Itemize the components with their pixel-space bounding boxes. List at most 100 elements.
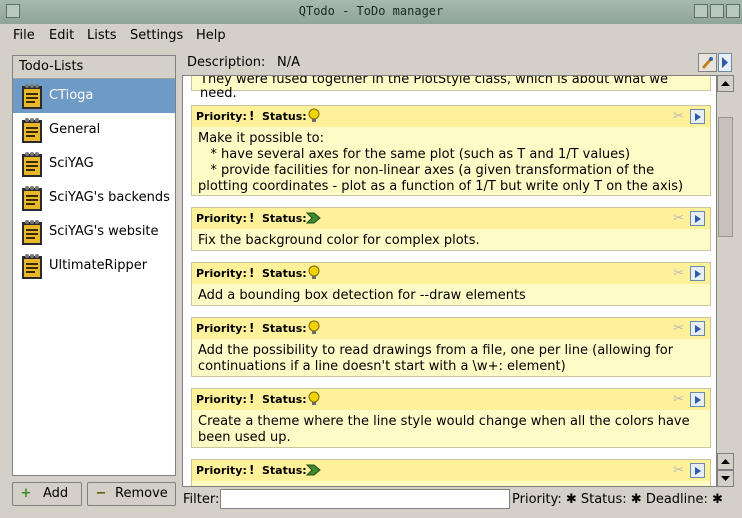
task-card-partial[interactable]: They were fused together in the PlotStyl… [191, 76, 711, 101]
description-toolbar [698, 53, 732, 72]
bulb-icon[interactable] [306, 108, 322, 124]
menu-file[interactable]: File [13, 28, 35, 43]
notepad-icon [22, 254, 42, 279]
delete-task-icon[interactable]: ✂ [673, 109, 684, 124]
notepad-icon [22, 118, 42, 143]
menu-edit[interactable]: Edit [49, 28, 74, 43]
task-expand-button[interactable] [690, 392, 705, 407]
task-expand-button[interactable] [690, 109, 705, 124]
menu-help[interactable]: Help [196, 28, 226, 43]
notepad-icon [22, 84, 42, 109]
description-value: N/A [277, 55, 300, 70]
task-expand-button[interactable] [690, 211, 705, 226]
task-body: Add the possibility to read drawings fro… [198, 343, 678, 374]
delete-task-icon[interactable]: ✂ [673, 266, 684, 281]
tasks-area: They were fused together in the PlotStyl… [182, 75, 717, 487]
task-card[interactable]: Priority: ! Status: ✂ [191, 459, 711, 486]
priority-label: Priority: [196, 212, 247, 225]
list-item-label: CTioga [49, 88, 94, 103]
bulb-icon[interactable] [306, 320, 322, 336]
scroll-thumb[interactable] [718, 117, 733, 237]
delete-task-icon[interactable]: ✂ [673, 463, 684, 478]
list-item-sciyag-website[interactable]: SciYAG's website [13, 215, 175, 249]
add-label: Add [43, 486, 69, 501]
scroll-down-button[interactable] [717, 470, 734, 487]
delete-task-icon[interactable]: ✂ [673, 321, 684, 336]
todo-lists-panel: Todo-Lists CTioga General SciYAG SciYAG'… [12, 55, 176, 476]
priority-value[interactable]: ! [249, 211, 254, 225]
bulb-icon[interactable] [306, 265, 322, 281]
priority-value[interactable]: ! [249, 392, 254, 406]
filter-criteria[interactable]: Priority: ✱ Status: ✱ Deadline: ✱ [512, 492, 723, 507]
status-label: Status: [262, 464, 307, 477]
priority-value[interactable]: ! [249, 321, 254, 335]
delete-task-icon[interactable]: ✂ [673, 211, 684, 226]
status-label: Status: [262, 267, 307, 280]
maximize-button[interactable] [710, 4, 724, 18]
arrow-right-icon[interactable] [718, 53, 732, 72]
status-label: Status: [262, 393, 307, 406]
list-item-general[interactable]: General [13, 113, 175, 147]
task-body: Fix the background color for complex plo… [198, 233, 480, 248]
task-header: Priority: ! Status: ✂ [192, 208, 710, 229]
bulb-icon[interactable] [306, 391, 322, 407]
remove-label: Remove [115, 486, 168, 501]
priority-label: Priority: [196, 393, 247, 406]
description-bar: Description: N/A [182, 50, 740, 75]
plus-icon: + [20, 486, 32, 501]
task-expand-button[interactable] [690, 321, 705, 336]
status-label: Status: [262, 212, 307, 225]
vertical-scrollbar[interactable] [717, 75, 734, 487]
list-item-sciyag[interactable]: SciYAG [13, 147, 175, 181]
edit-tools-icon[interactable] [698, 53, 717, 72]
description-label: Description: [187, 55, 266, 70]
delete-task-icon[interactable]: ✂ [673, 392, 684, 407]
task-header: Priority: ! Status: ✂ [192, 389, 710, 410]
menu-settings[interactable]: Settings [130, 28, 183, 43]
arrow-icon[interactable] [306, 210, 322, 226]
task-expand-button[interactable] [690, 463, 705, 478]
task-header: Priority: ! Status: ✂ [192, 263, 710, 284]
menu-bar: File Edit Lists Settings Help [0, 24, 742, 48]
remove-list-button[interactable]: − Remove [87, 482, 176, 506]
priority-value[interactable]: ! [249, 109, 254, 123]
scroll-up-button[interactable] [717, 75, 734, 92]
priority-value[interactable]: ! [249, 463, 254, 477]
priority-label: Priority: [196, 267, 247, 280]
arrow-up-icon [721, 459, 730, 464]
menu-lists[interactable]: Lists [87, 28, 117, 43]
list-item-sciyag-backends[interactable]: SciYAG's backends [13, 181, 175, 215]
list-item-label: SciYAG's backends [49, 190, 170, 205]
window-title: QTodo - ToDo manager [298, 4, 444, 18]
task-expand-button[interactable] [690, 266, 705, 281]
list-item-label: SciYAG's website [49, 224, 159, 239]
notepad-icon [22, 220, 42, 245]
task-card[interactable]: Priority: ! Status: ✂ Create a theme whe… [191, 388, 711, 448]
notepad-icon [22, 186, 42, 211]
close-button[interactable] [726, 4, 740, 18]
status-label: Status: [262, 110, 307, 123]
add-list-button[interactable]: + Add [12, 482, 82, 506]
priority-value[interactable]: ! [249, 266, 254, 280]
arrow-icon[interactable] [306, 462, 322, 478]
filter-input[interactable] [220, 489, 510, 509]
task-card[interactable]: Priority: ! Status: ✂ Make it possible t… [191, 105, 711, 196]
priority-label: Priority: [196, 464, 247, 477]
task-header: Priority: ! Status: ✂ [192, 318, 710, 339]
list-item-ctioga[interactable]: CTioga [13, 79, 175, 113]
notepad-icon [22, 152, 42, 177]
list-item-label: SciYAG [49, 156, 94, 171]
priority-label: Priority: [196, 110, 247, 123]
task-card[interactable]: Priority: ! Status: ✂ Add a bounding box… [191, 262, 711, 306]
task-card[interactable]: Priority: ! Status: ✂ Add the possibilit… [191, 317, 711, 377]
task-header: Priority: ! Status: ✂ [192, 106, 710, 127]
filter-bar: Filter: Priority: ✱ Status: ✱ Deadline: … [182, 488, 742, 512]
scroll-up-button-lower[interactable] [717, 453, 734, 470]
minus-icon: − [95, 486, 107, 501]
task-body: Make it possible to: * have several axes… [198, 131, 684, 194]
task-body: They were fused together in the PlotStyl… [200, 75, 669, 101]
list-item-ultimateripper[interactable]: UltimateRipper [13, 249, 175, 283]
task-card[interactable]: Priority: ! Status: ✂ Fix the background… [191, 207, 711, 251]
minimize-button[interactable] [694, 4, 708, 18]
list-item-label: UltimateRipper [49, 258, 148, 273]
